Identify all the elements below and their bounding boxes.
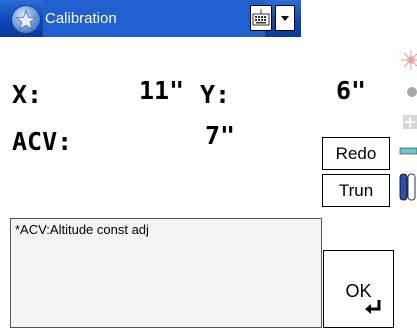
ok-label: OK <box>345 281 372 301</box>
redo-button[interactable]: Redo <box>322 137 390 170</box>
x-label: X: <box>12 80 43 109</box>
ok-button[interactable]: OK <box>323 250 394 328</box>
keyboard-icon <box>252 9 270 26</box>
acv-label: ACV: <box>12 127 73 156</box>
note-text: *ACV:Altitude const adj <box>15 222 149 237</box>
plus-icon[interactable] <box>403 115 417 129</box>
sparkle-icon[interactable] <box>401 50 417 70</box>
window-title: Calibration <box>43 0 265 37</box>
gray-dot-icon[interactable] <box>407 87 417 97</box>
enter-arrow-icon <box>365 300 381 314</box>
keyboard-button[interactable] <box>250 5 272 31</box>
pen-icon[interactable] <box>399 147 417 155</box>
y-label: Y: <box>200 80 231 109</box>
system-tray-strip <box>399 40 417 210</box>
acv-value: 7" <box>205 121 236 150</box>
y-value: 6" <box>336 76 367 105</box>
battery-icon[interactable] <box>399 173 416 201</box>
trun-button[interactable]: Trun <box>322 174 390 207</box>
input-method-dropdown[interactable] <box>275 5 295 31</box>
x-value: 11" <box>139 76 185 105</box>
star-orb-icon[interactable] <box>11 5 41 34</box>
title-bar: Calibration <box>0 0 301 37</box>
note-box: *ACV:Altitude const adj <box>10 218 322 328</box>
